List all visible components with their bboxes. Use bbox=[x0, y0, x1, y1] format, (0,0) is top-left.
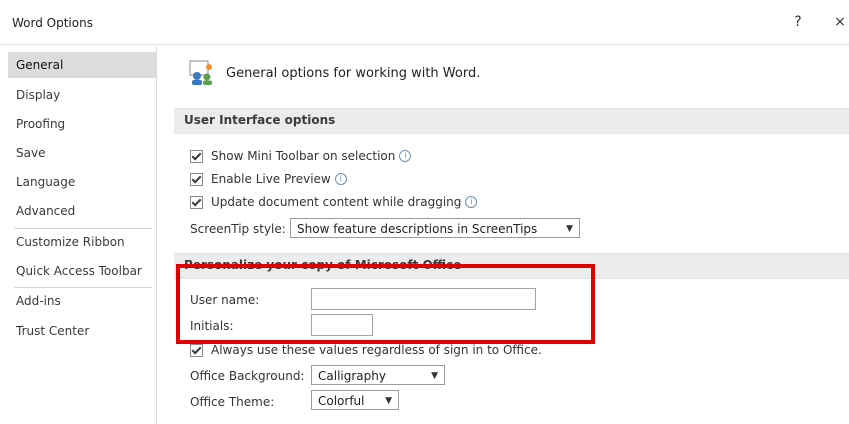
section-title: User Interface options bbox=[184, 113, 336, 127]
mini-toolbar-option[interactable]: Show Mini Toolbar on selection i bbox=[190, 147, 412, 165]
update-while-dragging-checkbox[interactable] bbox=[190, 195, 203, 209]
close-button[interactable]: × bbox=[830, 12, 849, 32]
sidebar-item-language[interactable]: Language bbox=[8, 169, 156, 195]
sidebar-item-trust-center[interactable]: Trust Center bbox=[8, 318, 156, 344]
window-title: Word Options bbox=[12, 16, 93, 30]
sidebar-item-advanced[interactable]: Advanced bbox=[8, 198, 156, 224]
info-icon: i bbox=[334, 173, 347, 185]
sidebar-item-quick-access-toolbar[interactable]: Quick Access Toolbar bbox=[8, 258, 156, 284]
chevron-down-icon: ▼ bbox=[385, 396, 392, 406]
user-name-input[interactable] bbox=[311, 288, 536, 310]
info-icon: i bbox=[399, 150, 412, 162]
update-while-dragging-option[interactable]: Update document content while dragging i bbox=[190, 193, 478, 211]
title-bar: Word Options ? × bbox=[0, 0, 849, 45]
help-button[interactable]: ? bbox=[788, 12, 808, 32]
checkbox-label: Update document content while dragging bbox=[211, 195, 462, 209]
screentip-style-dropdown[interactable]: Show feature descriptions in ScreenTips … bbox=[290, 218, 580, 238]
initials-input[interactable] bbox=[311, 314, 373, 336]
office-background-label: Office Background: bbox=[190, 369, 305, 383]
checkbox-label: Always use these values regardless of si… bbox=[211, 343, 542, 357]
sidebar-item-proofing[interactable]: Proofing bbox=[8, 111, 156, 137]
office-theme-label: Office Theme: bbox=[190, 395, 275, 409]
screentip-style-label: ScreenTip style: bbox=[190, 222, 286, 236]
office-theme-dropdown[interactable]: Colorful ▼ bbox=[311, 390, 399, 410]
live-preview-checkbox[interactable] bbox=[190, 172, 203, 186]
sidebar-item-save[interactable]: Save bbox=[8, 140, 156, 166]
sidebar-item-add-ins[interactable]: Add-ins bbox=[8, 288, 156, 314]
initials-label: Initials: bbox=[190, 319, 234, 333]
chevron-down-icon: ▼ bbox=[431, 371, 438, 381]
checkbox-label: Enable Live Preview bbox=[211, 172, 331, 186]
sidebar-item-customize-ribbon[interactable]: Customize Ribbon bbox=[8, 229, 156, 255]
screentip-style-value: Show feature descriptions in ScreenTips bbox=[297, 222, 538, 236]
section-title: Personalize your copy of Microsoft Offic… bbox=[184, 258, 462, 272]
mini-toolbar-checkbox[interactable] bbox=[190, 149, 203, 163]
info-icon: i bbox=[465, 196, 478, 208]
personalize-section-header: Personalize your copy of Microsoft Offic… bbox=[174, 253, 849, 279]
user-name-label: User name: bbox=[190, 293, 260, 307]
always-use-values-option[interactable]: Always use these values regardless of si… bbox=[190, 341, 542, 359]
always-use-values-checkbox[interactable] bbox=[190, 343, 203, 357]
checkbox-label: Show Mini Toolbar on selection bbox=[211, 149, 396, 163]
chevron-down-icon: ▼ bbox=[566, 224, 573, 234]
ui-options-section-header: User Interface options bbox=[174, 108, 849, 134]
page-title: General options for working with Word. bbox=[226, 66, 481, 81]
sidebar-item-general[interactable]: General bbox=[8, 52, 156, 78]
office-theme-value: Colorful bbox=[318, 394, 365, 408]
options-content: General options for working with Word. U… bbox=[170, 46, 849, 424]
office-background-value: Calligraphy bbox=[318, 369, 386, 383]
sidebar: General Display Proofing Save Language A… bbox=[8, 46, 157, 424]
live-preview-option[interactable]: Enable Live Preview i bbox=[190, 170, 347, 188]
sidebar-item-display[interactable]: Display bbox=[8, 82, 156, 108]
office-background-dropdown[interactable]: Calligraphy ▼ bbox=[311, 365, 445, 385]
general-options-icon bbox=[189, 60, 212, 85]
